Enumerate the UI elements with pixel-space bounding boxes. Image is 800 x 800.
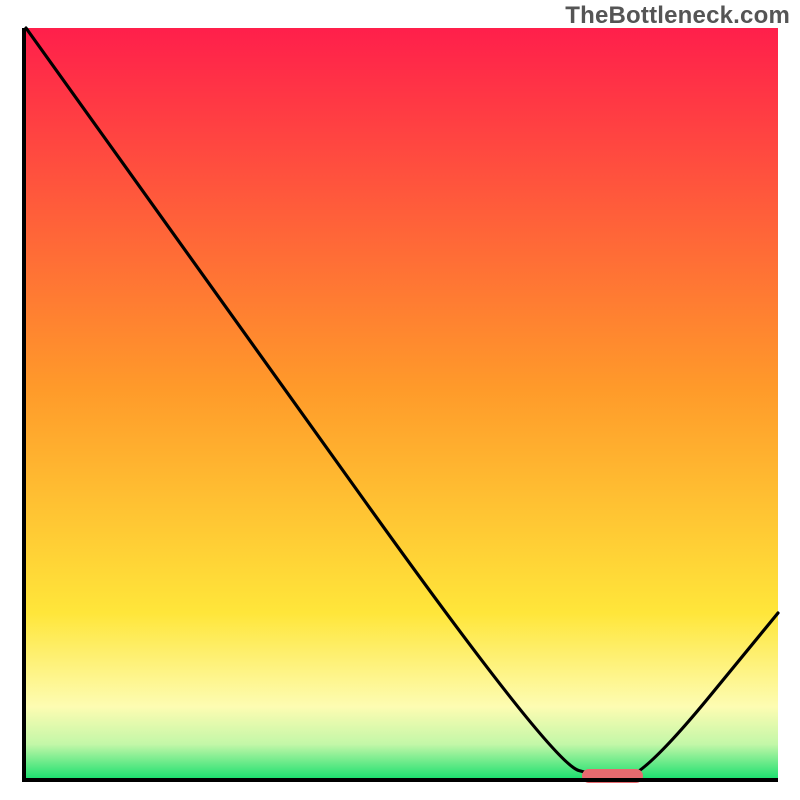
chart-canvas: TheBottleneck.com bbox=[0, 0, 800, 800]
axes-frame bbox=[22, 28, 778, 782]
